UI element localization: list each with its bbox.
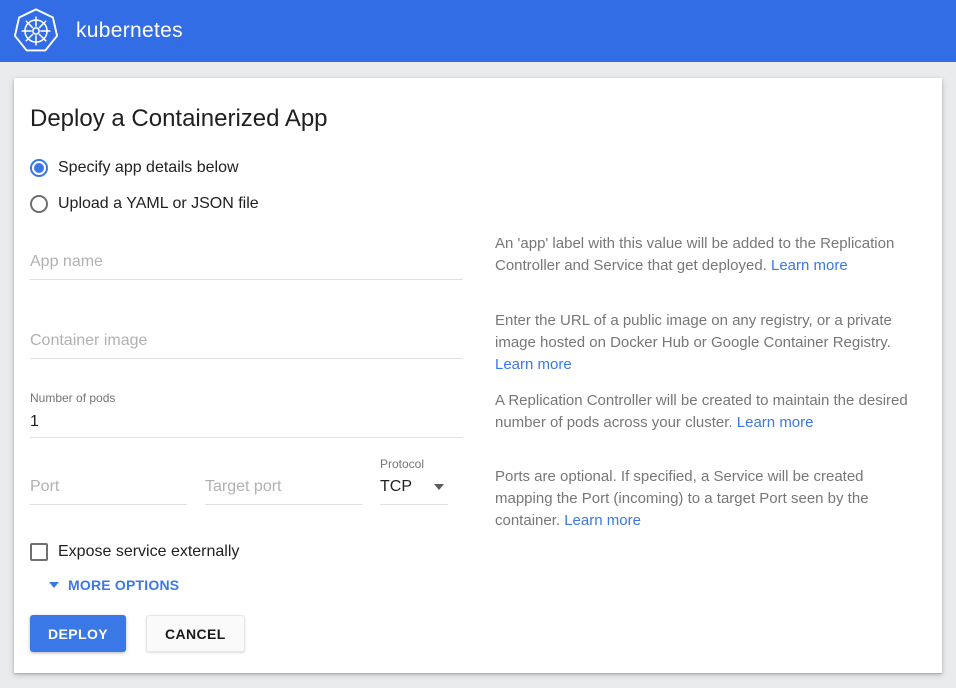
checkbox-icon — [30, 543, 48, 561]
deploy-form-card: Deploy a Containerized App Specify app d… — [14, 78, 942, 673]
radio-option-0[interactable]: Specify app details below — [30, 158, 920, 178]
app-name-help: An 'app' label with this value will be a… — [495, 233, 920, 277]
checkbox-label: Expose service externally — [58, 543, 239, 561]
learn-more-link[interactable]: Learn more — [495, 356, 572, 373]
number-of-pods-row: Number of pods A Replication Controller … — [30, 388, 920, 455]
app-name-input[interactable] — [30, 253, 463, 280]
chevron-down-icon — [434, 484, 444, 490]
number-of-pods-input[interactable] — [30, 413, 463, 438]
expose-service-checkbox-row[interactable]: Expose service externally — [30, 542, 920, 562]
radio-label: Specify app details below — [58, 159, 239, 177]
deploy-mode-radio-group: Specify app details below Upload a YAML … — [30, 158, 920, 214]
app-header: kubernetes — [0, 0, 956, 62]
protocol-value: TCP — [380, 478, 412, 496]
ports-help: Ports are optional. If specified, a Serv… — [495, 466, 920, 532]
ports-row: Protocol TCP Ports are optional. If spec… — [30, 455, 920, 533]
target-port-input[interactable] — [205, 478, 362, 505]
help-text: A Replication Controller will be created… — [495, 392, 908, 431]
container-image-input[interactable] — [30, 332, 463, 359]
app-name-row: An 'app' label with this value will be a… — [30, 233, 920, 310]
more-options-toggle[interactable]: MORE OPTIONS — [30, 577, 920, 593]
learn-more-link[interactable]: Learn more — [771, 257, 848, 274]
form-actions: DEPLOY CANCEL — [30, 615, 920, 652]
container-image-row: Enter the URL of a public image on any r… — [30, 310, 920, 388]
container-image-help: Enter the URL of a public image on any r… — [495, 310, 920, 376]
triangle-down-icon — [49, 582, 59, 588]
cancel-button[interactable]: CANCEL — [146, 615, 245, 652]
learn-more-link[interactable]: Learn more — [737, 414, 814, 431]
help-text: Ports are optional. If specified, a Serv… — [495, 468, 869, 529]
kubernetes-logo-icon — [12, 7, 60, 55]
radio-icon — [30, 195, 48, 213]
number-of-pods-label: Number of pods — [30, 391, 463, 405]
radio-label: Upload a YAML or JSON file — [58, 195, 259, 213]
protocol-dropdown[interactable]: TCP — [380, 478, 448, 505]
port-input[interactable] — [30, 478, 187, 505]
kubernetes-brand[interactable]: kubernetes — [12, 7, 183, 55]
radio-icon — [30, 159, 48, 177]
number-of-pods-help: A Replication Controller will be created… — [495, 390, 920, 434]
learn-more-link[interactable]: Learn more — [564, 512, 641, 529]
protocol-label: Protocol — [380, 457, 448, 471]
more-options-label: MORE OPTIONS — [68, 577, 179, 593]
radio-option-1[interactable]: Upload a YAML or JSON file — [30, 194, 920, 214]
brand-title: kubernetes — [76, 19, 183, 43]
page-title: Deploy a Containerized App — [30, 78, 920, 134]
help-text: Enter the URL of a public image on any r… — [495, 312, 892, 351]
deploy-button[interactable]: DEPLOY — [30, 615, 126, 652]
